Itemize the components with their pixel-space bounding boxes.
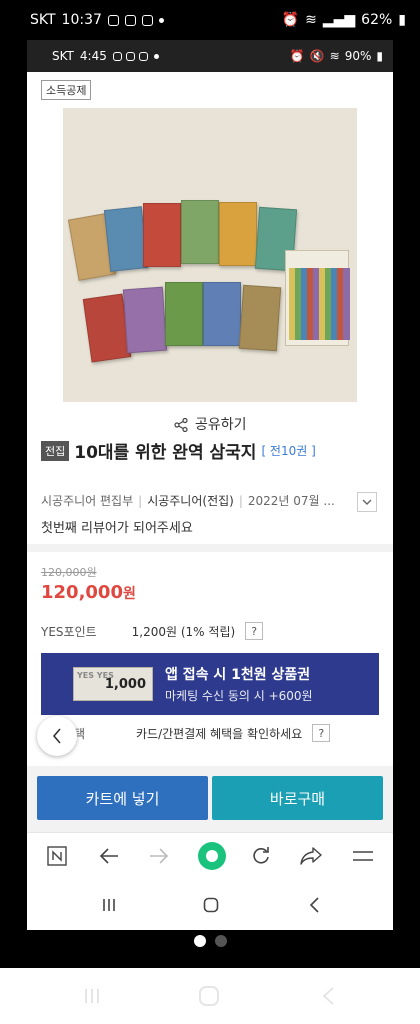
sale-price-unit: 원: [122, 586, 136, 602]
inner-status-bar: SKT 4:45 ⏰ 🔇 ≋ 90% ▮: [27, 40, 393, 72]
forward-share-icon: [300, 847, 322, 865]
wifi-icon: ≋: [305, 12, 317, 28]
naver-home-button[interactable]: [45, 844, 69, 868]
page-dot: [214, 935, 227, 947]
browser-back-button[interactable]: [97, 844, 121, 868]
purchase-bar: 카트에 넣기 바로구매: [27, 766, 393, 832]
carrier-label: SKT: [52, 49, 74, 63]
home-icon: [203, 897, 219, 913]
points-value: 1,200원 (1% 적립): [131, 624, 236, 639]
clock: 10:37: [61, 12, 102, 28]
review-prompt[interactable]: 첫번째 리뷰어가 되어주세요: [41, 517, 193, 536]
notification-icon: [125, 51, 135, 61]
publisher-link[interactable]: 시공주니어(전집): [147, 492, 234, 509]
points-help-button[interactable]: ?: [245, 622, 264, 640]
mute-icon: 🔇: [309, 49, 325, 63]
arrow-left-icon: [99, 848, 118, 864]
arrow-right-icon: [150, 848, 169, 864]
battery-level: 62%: [361, 12, 393, 28]
app-coupon-banner[interactable]: YES YES 1,000 앱 접속 시 1천원 상품권 마케팅 수신 동의 시…: [41, 653, 379, 715]
coupon-image: YES YES 1,000: [73, 667, 153, 701]
system-back-button[interactable]: [302, 893, 326, 917]
menu-button[interactable]: [351, 844, 375, 868]
more-notifications-icon: [153, 53, 159, 59]
back-icon: [309, 897, 319, 913]
browser-forward-button[interactable]: [147, 844, 171, 868]
divider: |: [138, 493, 143, 508]
back-floating-button[interactable]: [37, 716, 77, 756]
share-icon: [173, 417, 188, 433]
menu-icon: [353, 851, 373, 861]
benefit-row: 혜택 카드/간편결제 혜택을 확인하세요 ?: [41, 724, 379, 742]
points-label: YES포인트: [41, 624, 97, 639]
page-indicator: [0, 935, 420, 947]
notification-icon: [138, 51, 148, 61]
page-dot-active: [193, 935, 206, 947]
browser-toolbar: [27, 832, 393, 878]
inner-screenshot: SKT 4:45 ⏰ 🔇 ≋ 90% ▮ 소득공제 공유하기 전집 10대를 위…: [27, 40, 393, 930]
notification-icon: [124, 14, 136, 26]
volume-count[interactable]: [ 전10권 ]: [261, 442, 315, 459]
outer-status-bar: SKT 10:37 ⏰ ≋ ▂▄▆ 62% ▮: [0, 0, 420, 40]
battery-level: 90%: [344, 49, 372, 63]
product-title-row: 전집 10대를 위한 완역 삼국지 [ 전10권 ]: [41, 438, 316, 463]
expand-meta-button[interactable]: [357, 492, 377, 512]
recent-apps-button[interactable]: [97, 893, 121, 917]
notification-icon: [112, 51, 122, 61]
add-to-cart-button[interactable]: 카트에 넣기: [37, 776, 208, 820]
inner-system-nav: [27, 878, 393, 930]
home-icon: [199, 986, 219, 1006]
carrier-label: SKT: [30, 12, 56, 28]
tax-deduction-badge: 소득공제: [41, 80, 92, 100]
clock: 4:45: [79, 49, 107, 63]
benefit-help-button[interactable]: ?: [312, 724, 331, 742]
original-price: 120,000원: [41, 566, 97, 579]
alarm-icon: ⏰: [289, 49, 305, 63]
battery-icon: ▮: [376, 49, 383, 63]
buy-now-button[interactable]: 바로구매: [212, 776, 383, 820]
recent-apps-icon: [103, 899, 115, 911]
back-icon: [322, 987, 334, 1005]
signal-icon: ▂▄▆: [322, 12, 356, 28]
sale-price-value: 120,000: [41, 582, 123, 603]
alarm-icon: ⏰: [281, 12, 300, 28]
notification-icon: [107, 14, 119, 26]
naver-icon: [47, 846, 67, 866]
outer-system-nav: [0, 968, 420, 1024]
notification-icon: [141, 14, 153, 26]
coupon-brand: YES YES: [77, 671, 114, 680]
product-title: 10대를 위한 완역 삼국지: [74, 443, 257, 463]
chevron-left-icon: [52, 728, 61, 744]
refresh-icon: [253, 847, 269, 864]
publish-date: 2022년 07월 ...: [247, 494, 335, 508]
battery-icon: ▮: [398, 12, 406, 28]
more-notifications-icon: [158, 17, 164, 23]
banner-headline: 앱 접속 시 1천원 상품권: [165, 667, 311, 683]
home-button[interactable]: [197, 984, 221, 1008]
section-divider: [27, 544, 393, 552]
refresh-button[interactable]: [249, 844, 273, 868]
product-meta: 시공주니어 편집부 | 시공주니어(전집) | 2022년 07월 ...: [41, 492, 335, 509]
banner-subtext: 마케팅 수신 동의 시 +600원: [165, 689, 313, 703]
sale-price: 120,000원: [41, 582, 136, 603]
green-dot-icon: [198, 842, 226, 870]
browser-green-button[interactable]: [197, 841, 227, 871]
divider: |: [238, 493, 243, 508]
share-page-button[interactable]: [299, 844, 323, 868]
chevron-down-icon: [362, 499, 372, 505]
benefit-text: 카드/간편결제 혜택을 확인하세요: [136, 726, 303, 741]
system-back-button[interactable]: [316, 984, 340, 1008]
author-link[interactable]: 시공주니어 편집부: [41, 492, 133, 509]
share-button[interactable]: 공유하기: [27, 414, 393, 434]
wifi-icon: ≋: [329, 49, 340, 63]
yes-points-row: YES포인트 1,200원 (1% 적립) ?: [41, 622, 264, 640]
share-label: 공유하기: [194, 417, 247, 433]
home-button[interactable]: [199, 893, 223, 917]
product-type-pill: 전집: [41, 440, 70, 461]
product-image[interactable]: [63, 108, 357, 402]
recent-apps-icon: [85, 989, 99, 1003]
recent-apps-button[interactable]: [80, 984, 104, 1008]
